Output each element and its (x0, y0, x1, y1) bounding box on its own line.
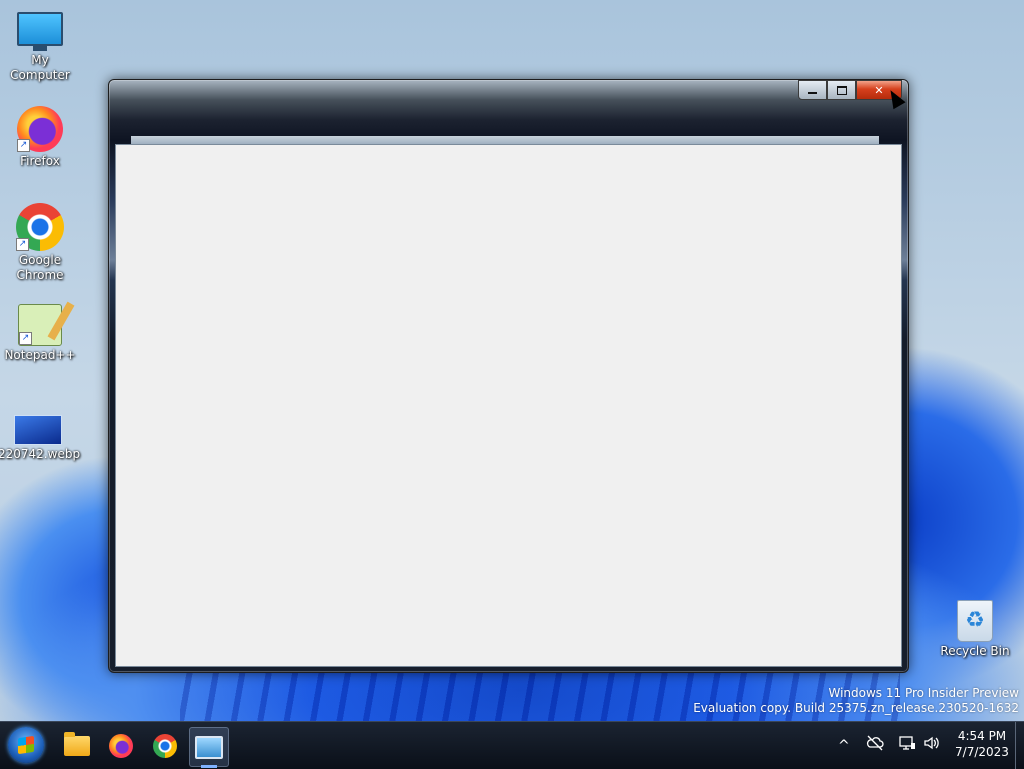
image-file-icon (14, 415, 62, 445)
taskbar-app-chrome[interactable] (146, 727, 184, 765)
windows-watermark: Windows 11 Pro Insider Preview Evaluatio… (693, 686, 1019, 716)
desktop-icon-my-computer[interactable]: My Computer (0, 12, 80, 83)
folder-icon (64, 732, 90, 756)
clock-date: 7/7/2023 (955, 745, 1009, 759)
recycle-bin-icon: ♻ (957, 600, 993, 642)
shortcut-arrow-icon: ↗ (17, 139, 30, 152)
remote-desktop-icon (195, 735, 223, 759)
maximize-icon (836, 85, 847, 95)
minimize-button[interactable] (798, 80, 827, 100)
chrome-icon: ↗ (16, 203, 64, 251)
desktop-icon-recycle-bin[interactable]: ♻ Recycle Bin (935, 600, 1015, 659)
computer-icon (17, 12, 63, 51)
window-client-area[interactable] (115, 144, 902, 667)
taskbar: ^ 4:54 PM 7/7/2023 (0, 721, 1024, 769)
firefox-icon (109, 734, 133, 758)
desktop-icon-chrome[interactable]: ↗ Google Chrome (0, 203, 80, 283)
desktop-icon-notepad-plus-plus[interactable]: ↗ Notepad++ (0, 301, 80, 363)
desktop-icon-label: Google Chrome (16, 253, 64, 282)
volume-icon[interactable] (923, 734, 941, 757)
start-button[interactable] (8, 727, 44, 763)
taskbar-app-remote-desktop[interactable] (189, 727, 229, 768)
app-window[interactable]: ✕ (108, 79, 909, 673)
shortcut-arrow-icon: ↗ (16, 238, 29, 251)
notepad-plus-plus-icon: ↗ (18, 301, 75, 346)
desktop-icon-label: Notepad++ (4, 348, 76, 362)
close-icon: ✕ (874, 83, 884, 97)
shortcut-arrow-icon: ↗ (19, 332, 32, 345)
watermark-edition: Windows 11 Pro Insider Preview (828, 686, 1019, 700)
clock-time: 4:54 PM (957, 729, 1007, 743)
taskbar-app-firefox[interactable] (102, 727, 140, 765)
desktop-icon-label: 220742.webp (0, 447, 81, 461)
taskbar-app-file-explorer[interactable] (58, 727, 96, 765)
maximize-button[interactable] (827, 80, 856, 100)
network-icon[interactable] (898, 734, 916, 757)
tray-overflow-chevron[interactable]: ^ (838, 736, 850, 756)
window-toolbar-strip (131, 136, 879, 144)
show-desktop-button[interactable] (1015, 722, 1024, 769)
desktop-icon-image-file[interactable]: 220742.webp (0, 415, 81, 462)
desktop-icon-label: Recycle Bin (940, 644, 1010, 658)
cloud-offline-icon[interactable] (866, 734, 884, 757)
desktop-icon-label: My Computer (10, 53, 70, 82)
desktop-icon-firefox[interactable]: ↗ Firefox (0, 106, 80, 169)
minimize-icon (808, 91, 817, 94)
windows-logo-icon (18, 735, 34, 755)
desktop-icon-label: Firefox (20, 154, 60, 168)
watermark-build: Evaluation copy. Build 25375.zn_release.… (693, 701, 1019, 715)
firefox-icon: ↗ (17, 106, 63, 152)
taskbar-clock[interactable]: 4:54 PM 7/7/2023 (948, 728, 1016, 760)
chrome-icon (153, 734, 177, 758)
